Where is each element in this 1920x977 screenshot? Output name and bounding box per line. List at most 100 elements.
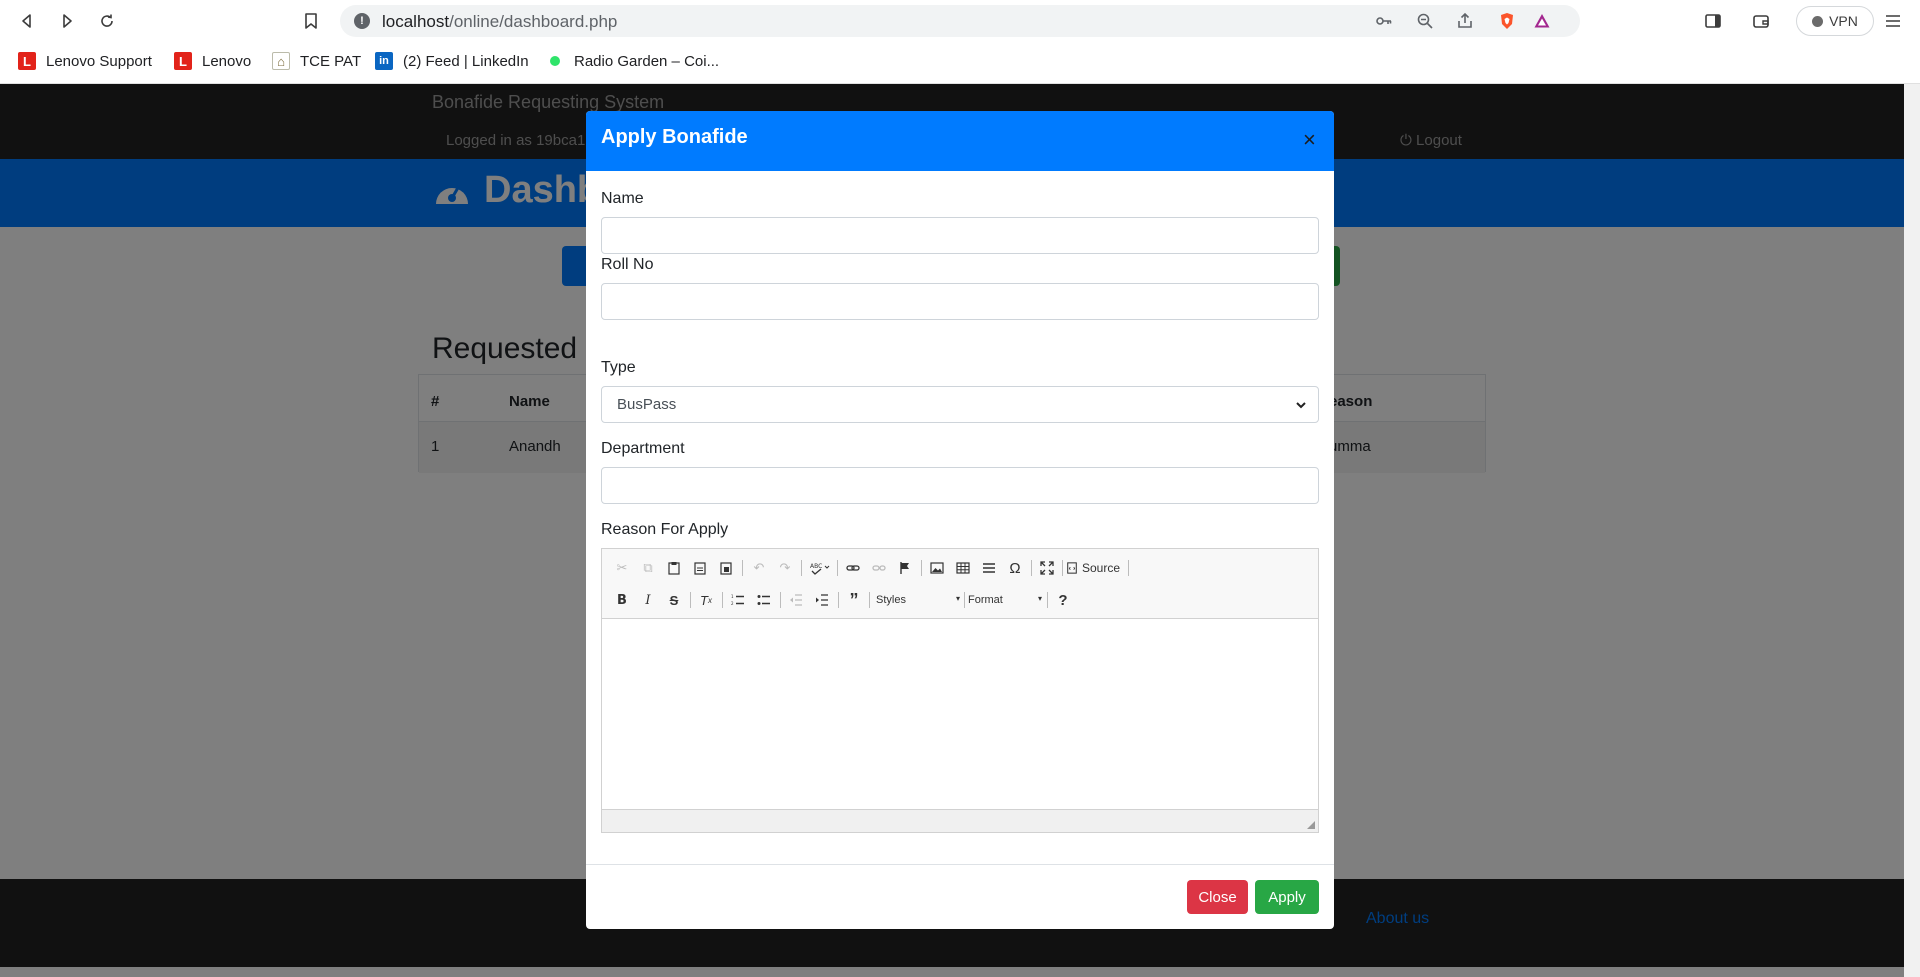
address-bar[interactable]: ! localhost/online/dashboard.php bbox=[340, 5, 1580, 37]
numbered-list-icon[interactable]: 12 bbox=[728, 590, 748, 610]
editor-toolbar: ✂ ⧉ ↶ ↷ ABC Ω Source B I S T x 1 2 ” Sty… bbox=[602, 549, 1318, 619]
modal-title: Apply Bonafide bbox=[601, 126, 748, 148]
bullet-list-icon[interactable] bbox=[754, 590, 774, 610]
modal-header: Apply Bonafide × bbox=[586, 111, 1334, 171]
lenovo-icon: L bbox=[18, 52, 36, 70]
caret-down-icon: ▾ bbox=[1037, 594, 1042, 603]
forward-icon[interactable] bbox=[54, 8, 80, 34]
format-label: Format bbox=[968, 594, 1003, 606]
type-label: Type bbox=[601, 359, 636, 376]
toolbar-separator bbox=[921, 560, 922, 576]
share-icon[interactable] bbox=[1455, 11, 1475, 31]
bookmark-label: (2) Feed | LinkedIn bbox=[403, 52, 529, 70]
table-icon[interactable] bbox=[953, 558, 973, 578]
browser-toolbar: ! localhost/online/dashboard.php VPN bbox=[0, 0, 1920, 42]
apply-button[interactable]: Apply bbox=[1255, 880, 1319, 914]
toolbar-separator bbox=[1047, 592, 1048, 608]
bookmark-lenovo[interactable]: L Lenovo bbox=[174, 52, 251, 70]
source-label: Source bbox=[1082, 561, 1121, 575]
cut-icon[interactable]: ✂ bbox=[612, 558, 632, 578]
sidebar-toggle-icon[interactable] bbox=[1700, 8, 1726, 34]
maximize-icon[interactable] bbox=[1037, 558, 1057, 578]
close-icon[interactable]: × bbox=[1303, 129, 1316, 151]
bookmark-tce-pat[interactable]: ⌂ TCE PAT bbox=[272, 52, 361, 70]
site-info-icon[interactable]: ! bbox=[354, 13, 370, 29]
format-dropdown[interactable]: Format ▾ bbox=[968, 590, 1042, 610]
styles-label: Styles bbox=[876, 594, 906, 606]
vpn-label: VPN bbox=[1829, 13, 1858, 29]
toolbar-separator bbox=[869, 592, 870, 608]
spellcheck-icon[interactable]: ABC bbox=[807, 558, 833, 578]
zoom-out-icon[interactable] bbox=[1415, 11, 1435, 31]
toolbar-separator bbox=[742, 560, 743, 576]
horizontal-line-icon[interactable] bbox=[979, 558, 999, 578]
editor-content-area[interactable] bbox=[602, 619, 1318, 809]
department-field[interactable] bbox=[601, 467, 1319, 504]
source-button[interactable]: Source bbox=[1066, 558, 1120, 578]
caret-down-icon: ▾ bbox=[955, 594, 960, 603]
reason-label: Reason For Apply bbox=[601, 521, 729, 538]
indent-icon[interactable] bbox=[812, 590, 832, 610]
remove-format-icon[interactable]: Tx bbox=[696, 590, 716, 610]
blockquote-icon[interactable]: ” bbox=[844, 590, 864, 610]
page-content: Bonafide Requesting System Logged in as … bbox=[0, 84, 1920, 977]
outdent-icon[interactable] bbox=[786, 590, 806, 610]
image-icon[interactable] bbox=[927, 558, 947, 578]
toolbar-separator bbox=[1128, 560, 1129, 576]
editor-status-bar bbox=[602, 809, 1318, 832]
undo-icon[interactable]: ↶ bbox=[749, 558, 769, 578]
name-label: Name bbox=[601, 190, 644, 207]
scrollbar-track[interactable] bbox=[1904, 84, 1920, 977]
anchor-flag-icon[interactable] bbox=[895, 558, 915, 578]
special-char-icon[interactable]: Ω bbox=[1005, 558, 1025, 578]
key-icon[interactable] bbox=[1374, 11, 1394, 31]
styles-dropdown[interactable]: Styles ▾ bbox=[876, 590, 960, 610]
link-icon[interactable] bbox=[843, 558, 863, 578]
close-button[interactable]: Close bbox=[1187, 880, 1248, 914]
chevron-down-icon bbox=[1296, 402, 1306, 409]
redo-icon[interactable]: ↷ bbox=[775, 558, 795, 578]
brave-rewards-icon[interactable] bbox=[1532, 11, 1552, 31]
toolbar-separator bbox=[801, 560, 802, 576]
bookmark-lenovo-support[interactable]: L Lenovo Support bbox=[18, 52, 152, 70]
bookmark-page-icon[interactable] bbox=[298, 8, 324, 34]
italic-icon[interactable]: I bbox=[638, 590, 658, 610]
bold-icon[interactable]: B bbox=[612, 590, 632, 610]
toolbar-separator bbox=[780, 592, 781, 608]
bookmark-linkedin[interactable]: in (2) Feed | LinkedIn bbox=[375, 52, 529, 70]
type-select[interactable]: BusPass bbox=[601, 386, 1319, 423]
url-text: localhost/online/dashboard.php bbox=[382, 12, 618, 31]
rollno-field[interactable] bbox=[601, 283, 1319, 320]
paste-text-icon[interactable] bbox=[690, 558, 710, 578]
lenovo-icon: L bbox=[174, 52, 192, 70]
help-icon[interactable]: ? bbox=[1053, 590, 1073, 610]
toolbar-separator bbox=[690, 592, 691, 608]
paste-word-icon[interactable] bbox=[716, 558, 736, 578]
menu-icon[interactable] bbox=[1880, 8, 1906, 34]
toolbar-separator bbox=[838, 592, 839, 608]
strike-icon[interactable]: S bbox=[664, 590, 684, 610]
toolbar-separator bbox=[964, 592, 965, 608]
brave-shields-icon[interactable] bbox=[1497, 11, 1517, 31]
wallet-icon[interactable] bbox=[1748, 8, 1774, 34]
paste-icon[interactable] bbox=[664, 558, 684, 578]
source-icon bbox=[1067, 562, 1077, 574]
copy-icon[interactable]: ⧉ bbox=[638, 558, 658, 578]
bookmark-radio-garden[interactable]: Radio Garden – Coi... bbox=[546, 52, 719, 70]
toolbar-separator bbox=[1031, 560, 1032, 576]
modal-footer: Close Apply bbox=[586, 864, 1334, 929]
bookmark-label: Lenovo bbox=[202, 52, 252, 70]
name-field[interactable] bbox=[601, 217, 1319, 254]
bookmark-label: Radio Garden – Coi... bbox=[574, 52, 720, 70]
svg-text:2: 2 bbox=[731, 601, 734, 606]
toolbar-separator bbox=[1062, 560, 1063, 576]
apply-bonafide-modal: Apply Bonafide × Name Roll No Type BusPa… bbox=[586, 111, 1334, 929]
back-icon[interactable] bbox=[14, 8, 40, 34]
unlink-icon[interactable] bbox=[869, 558, 889, 578]
reload-icon[interactable] bbox=[94, 8, 120, 34]
bookmark-label: TCE PAT bbox=[300, 52, 362, 70]
department-label: Department bbox=[601, 440, 685, 457]
vpn-button[interactable]: VPN bbox=[1796, 6, 1874, 36]
rollno-label: Roll No bbox=[601, 256, 654, 273]
resize-handle-icon[interactable] bbox=[1307, 821, 1315, 829]
